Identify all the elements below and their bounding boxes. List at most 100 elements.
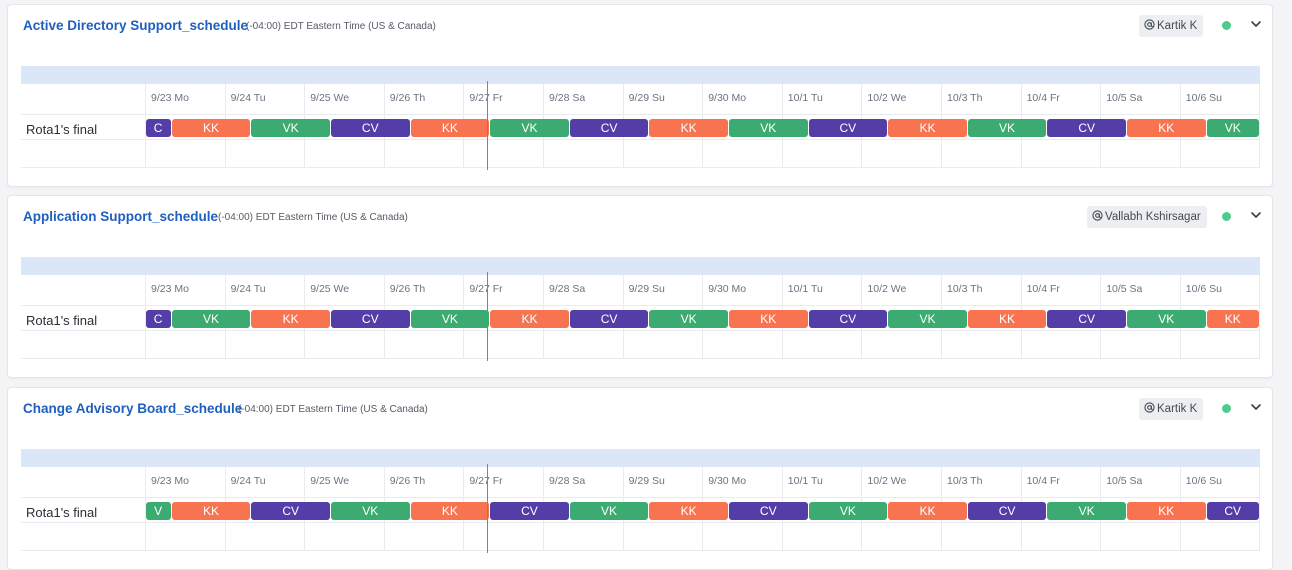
shift-block[interactable]: CV — [967, 502, 1047, 520]
day-header[interactable]: 9/23 Mo — [151, 283, 189, 295]
shift-block[interactable]: VK — [490, 119, 569, 137]
shift-block[interactable]: CV — [1047, 310, 1126, 328]
day-header[interactable]: 9/24 Tu — [231, 92, 266, 104]
shift-block[interactable]: CV — [330, 119, 410, 137]
day-header[interactable]: 9/23 Mo — [151, 92, 189, 104]
day-header[interactable]: 9/25 We — [310, 283, 349, 295]
shift-block[interactable]: KK — [649, 502, 728, 520]
shift-block[interactable]: VK — [410, 310, 490, 328]
schedule-title[interactable]: Change Advisory Board_schedule — [23, 401, 242, 416]
day-header[interactable]: 10/1 Tu — [788, 475, 823, 487]
shift-block[interactable]: KK — [1126, 502, 1206, 520]
day-header[interactable]: 9/27 Fr — [469, 283, 502, 295]
shift-block[interactable]: VK — [1206, 119, 1259, 137]
shift-block[interactable]: KK — [888, 502, 967, 520]
day-header[interactable]: 10/4 Fr — [1027, 475, 1060, 487]
day-header[interactable]: 9/27 Fr — [469, 92, 502, 104]
day-header[interactable]: 10/1 Tu — [788, 283, 823, 295]
shift-block[interactable]: KK — [410, 119, 490, 137]
day-header[interactable]: 9/29 Su — [629, 475, 665, 487]
chevron-down-icon[interactable] — [1248, 399, 1264, 415]
day-header[interactable]: 9/26 Th — [390, 92, 425, 104]
day-header[interactable]: 9/30 Mo — [708, 92, 746, 104]
shift-block[interactable]: VK — [1126, 310, 1206, 328]
shift-block[interactable]: CV — [1206, 502, 1259, 520]
owner-badge[interactable]: Vallabh Kshirsagar — [1087, 206, 1207, 228]
shift-block[interactable]: C — [145, 119, 171, 137]
shift-block[interactable]: CV — [490, 502, 569, 520]
day-header[interactable]: 9/25 We — [310, 475, 349, 487]
owner-badge[interactable]: Kartik K — [1139, 15, 1204, 37]
day-header[interactable]: 9/24 Tu — [231, 475, 266, 487]
day-header[interactable]: 9/29 Su — [629, 92, 665, 104]
schedule-title[interactable]: Application Support_schedule — [23, 209, 218, 224]
shift-block[interactable]: CV — [251, 502, 330, 520]
shift-block[interactable]: VK — [888, 310, 967, 328]
shift-block[interactable]: VK — [649, 310, 728, 328]
day-header[interactable]: 10/3 Th — [947, 283, 982, 295]
shift-block[interactable]: CV — [569, 310, 649, 328]
day-header[interactable]: 9/30 Mo — [708, 283, 746, 295]
day-header[interactable]: 10/6 Su — [1186, 92, 1222, 104]
shift-block[interactable]: CV — [330, 310, 410, 328]
shift-block[interactable]: CV — [808, 119, 888, 137]
rota-row-label: Rota1's final — [26, 122, 98, 137]
shift-block[interactable]: V — [145, 502, 171, 520]
day-header[interactable]: 9/27 Fr — [469, 475, 502, 487]
shift-block[interactable]: CV — [569, 119, 649, 137]
shift-block[interactable]: VK — [251, 119, 330, 137]
day-header[interactable]: 9/23 Mo — [151, 475, 189, 487]
shift-block[interactable]: VK — [330, 502, 410, 520]
shift-block[interactable]: CV — [1047, 119, 1126, 137]
day-header[interactable]: 10/2 We — [867, 92, 906, 104]
schedule-title[interactable]: Active Directory Support_schedule — [23, 18, 248, 33]
day-header[interactable]: 10/4 Fr — [1027, 92, 1060, 104]
grid-row-divider — [21, 358, 1260, 359]
shift-block[interactable]: C — [145, 310, 171, 328]
shift-block[interactable]: VK — [808, 502, 888, 520]
day-header[interactable]: 10/5 Sa — [1106, 283, 1142, 295]
day-header[interactable]: 10/4 Fr — [1027, 283, 1060, 295]
grid-day-divider — [1259, 467, 1261, 551]
shift-block[interactable]: KK — [410, 502, 490, 520]
day-header[interactable]: 10/2 We — [867, 475, 906, 487]
day-header[interactable]: 9/26 Th — [390, 283, 425, 295]
day-header[interactable]: 10/6 Su — [1186, 283, 1222, 295]
day-header[interactable]: 9/25 We — [310, 92, 349, 104]
shift-block[interactable]: KK — [251, 310, 330, 328]
shift-block[interactable]: KK — [171, 502, 251, 520]
day-header[interactable]: 10/5 Sa — [1106, 475, 1142, 487]
day-header[interactable]: 10/2 We — [867, 283, 906, 295]
shift-block[interactable]: KK — [490, 310, 569, 328]
day-header[interactable]: 10/1 Tu — [788, 92, 823, 104]
shift-block[interactable]: VK — [569, 502, 649, 520]
day-header[interactable]: 10/3 Th — [947, 475, 982, 487]
shift-block[interactable]: KK — [1206, 310, 1259, 328]
day-header[interactable]: 10/3 Th — [947, 92, 982, 104]
shift-block[interactable]: KK — [888, 119, 967, 137]
chevron-down-icon[interactable] — [1248, 16, 1264, 32]
day-header[interactable]: 9/28 Sa — [549, 283, 585, 295]
shift-block[interactable]: KK — [1126, 119, 1206, 137]
shift-block[interactable]: VK — [171, 310, 251, 328]
shift-block[interactable]: KK — [649, 119, 728, 137]
shift-block[interactable]: KK — [967, 310, 1047, 328]
day-header[interactable]: 9/30 Mo — [708, 475, 746, 487]
owner-badge[interactable]: Kartik K — [1139, 398, 1204, 420]
at-sign-icon — [1144, 402, 1155, 416]
shift-block[interactable]: KK — [728, 310, 808, 328]
shift-block[interactable]: VK — [728, 119, 808, 137]
day-header[interactable]: 9/29 Su — [629, 283, 665, 295]
day-header[interactable]: 10/6 Su — [1186, 475, 1222, 487]
shift-block[interactable]: KK — [171, 119, 251, 137]
chevron-down-icon[interactable] — [1248, 207, 1264, 223]
shift-block[interactable]: VK — [967, 119, 1047, 137]
day-header[interactable]: 9/26 Th — [390, 475, 425, 487]
shift-block[interactable]: CV — [808, 310, 888, 328]
day-header[interactable]: 9/24 Tu — [231, 283, 266, 295]
shift-block[interactable]: CV — [728, 502, 808, 520]
day-header[interactable]: 10/5 Sa — [1106, 92, 1142, 104]
shift-block[interactable]: VK — [1047, 502, 1126, 520]
day-header[interactable]: 9/28 Sa — [549, 475, 585, 487]
day-header[interactable]: 9/28 Sa — [549, 92, 585, 104]
